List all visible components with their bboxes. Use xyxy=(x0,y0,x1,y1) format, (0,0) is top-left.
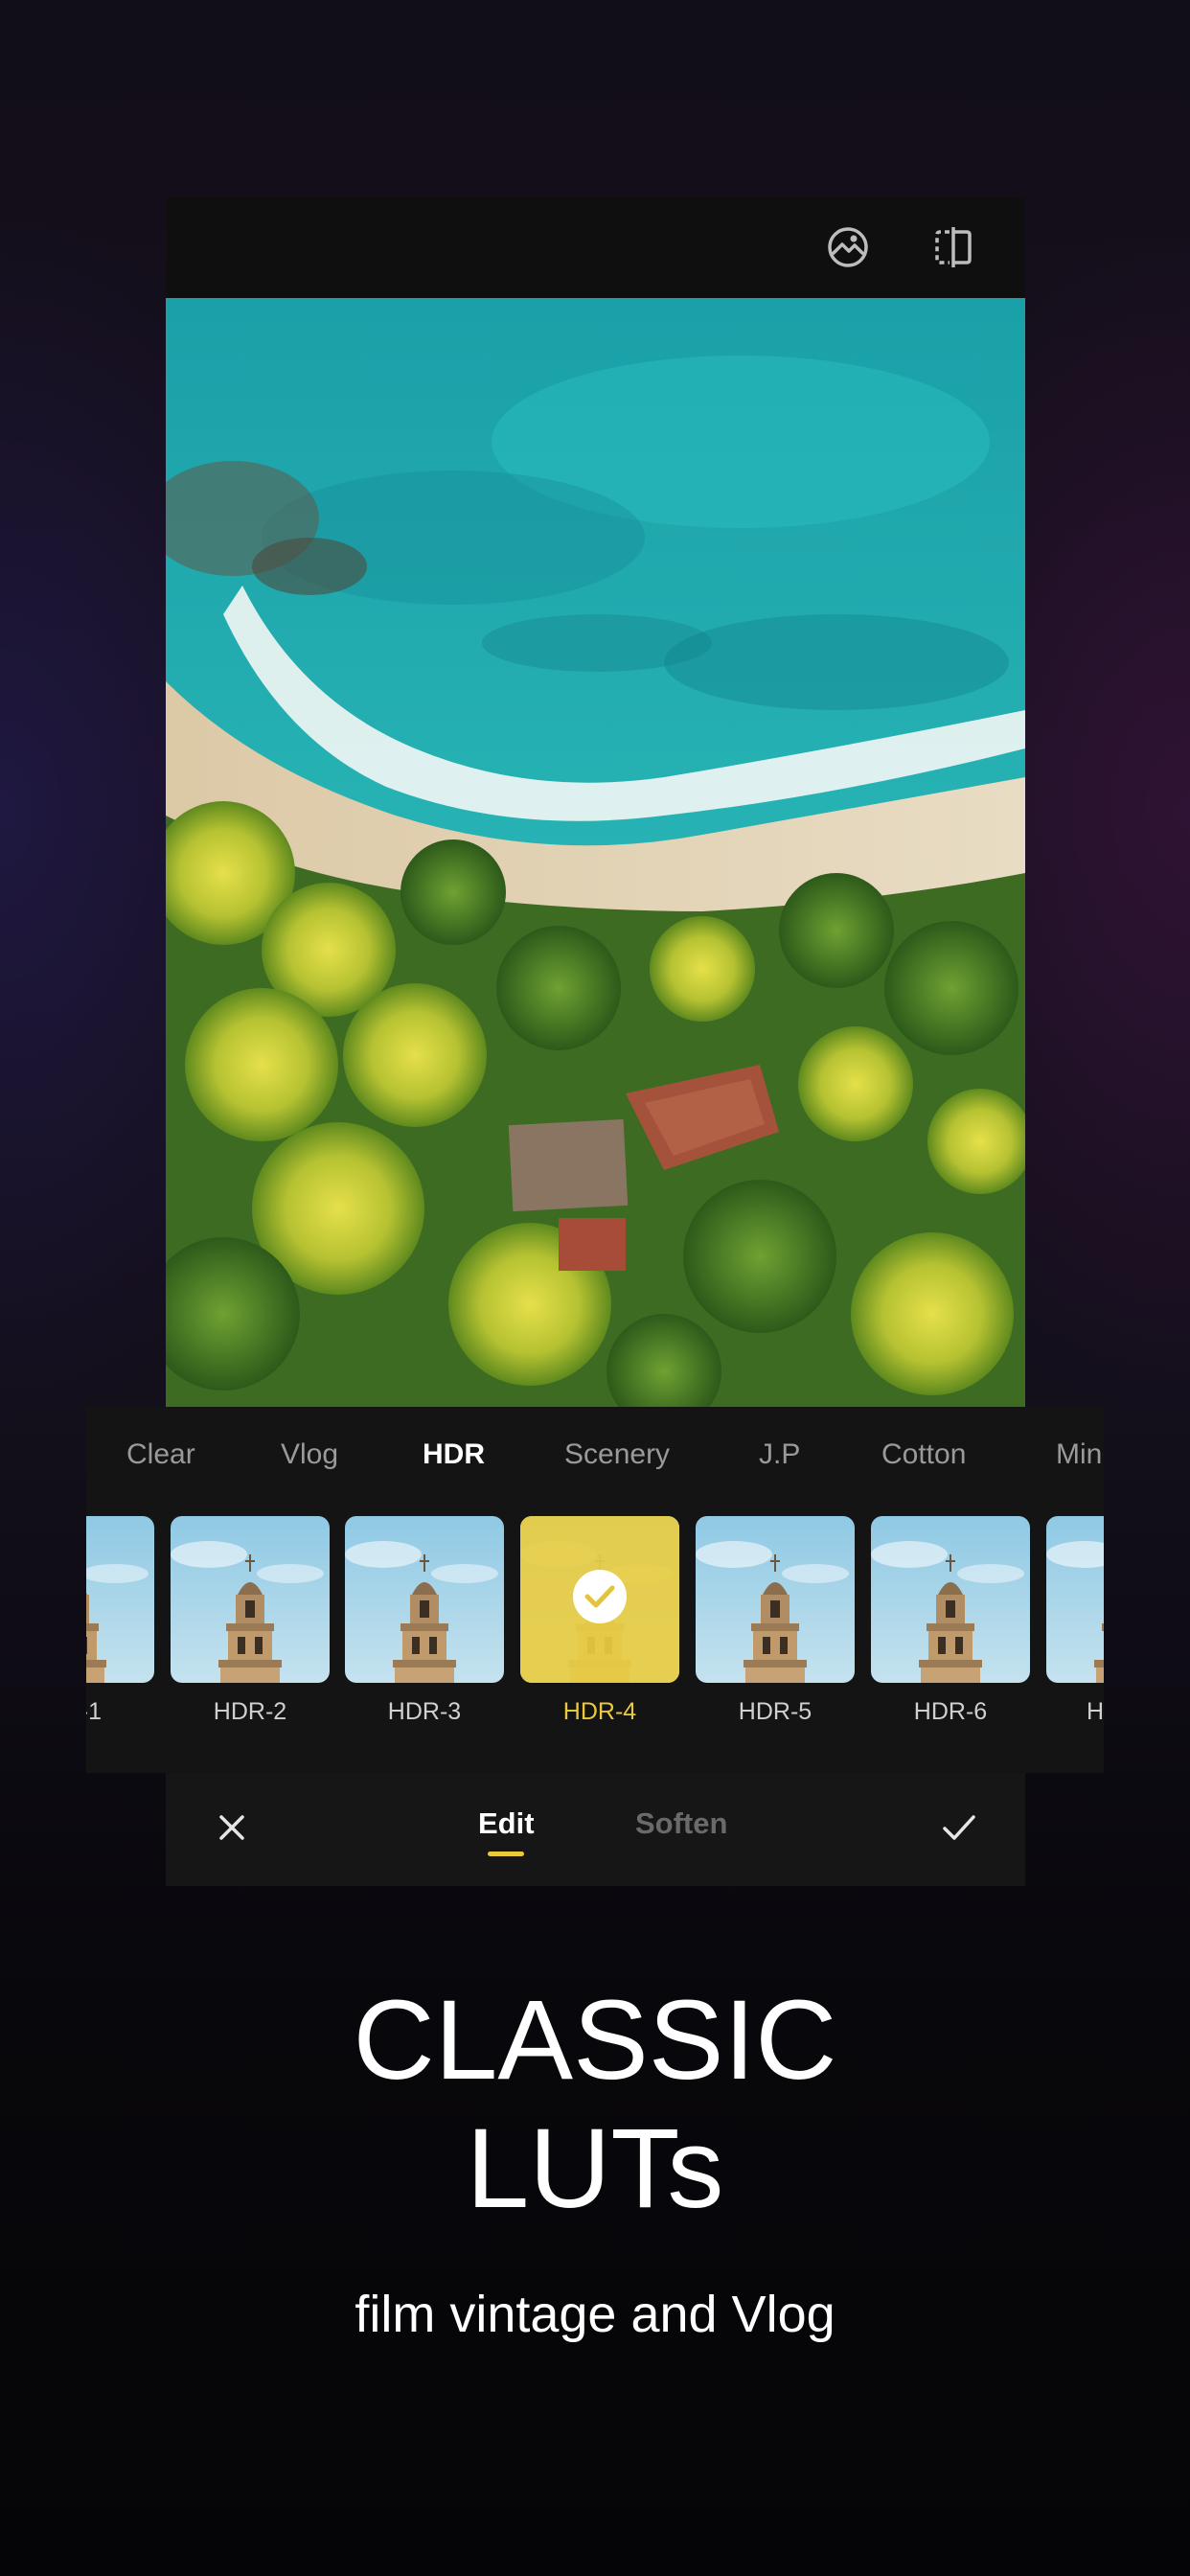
check-icon xyxy=(941,1812,977,1848)
active-tab-indicator xyxy=(488,1852,524,1856)
preset-label: HDR-5 xyxy=(738,1698,812,1725)
app-store-screenshot: Clear Vlog HDR Scenery J.P Cotton Min 1 … xyxy=(0,0,1190,2576)
filter-panel: Clear Vlog HDR Scenery J.P Cotton Min 1 … xyxy=(86,1407,1104,1773)
preset-label: H xyxy=(1087,1698,1104,1725)
category-tab-scenery[interactable]: Scenery xyxy=(564,1407,670,1503)
promo-headline-line1: CLASSIC xyxy=(353,1977,837,2104)
preset-label: HDR-2 xyxy=(213,1698,287,1725)
tab-edit[interactable]: Edit xyxy=(478,1806,535,1841)
photo-adjust-icon[interactable] xyxy=(817,217,879,278)
cancel-button[interactable] xyxy=(203,1801,261,1858)
editor-bottom-toolbar: Edit Soften xyxy=(166,1773,1025,1886)
selected-check-icon xyxy=(573,1570,627,1623)
preset-label: HDR-3 xyxy=(387,1698,462,1725)
filter-preset-strip: -1 HDR-2 HDR-3 HDR-4 HDR-5 HDR-6 H xyxy=(86,1516,1104,1765)
preset-thumbnail-selected[interactable] xyxy=(520,1516,679,1683)
preset-label: HDR-6 xyxy=(913,1698,988,1725)
preset-thumbnail[interactable] xyxy=(345,1516,504,1683)
category-tab-hdr[interactable]: HDR xyxy=(423,1407,485,1503)
promo-headline: CLASSIC LUTs xyxy=(0,1976,1190,2233)
preset-thumbnail[interactable] xyxy=(871,1516,1030,1683)
category-tab-vlog[interactable]: Vlog xyxy=(281,1407,338,1503)
preset-thumbnail[interactable] xyxy=(86,1516,154,1683)
confirm-button[interactable] xyxy=(930,1801,988,1858)
preset-thumbnail[interactable] xyxy=(1046,1516,1104,1683)
category-tab-min[interactable]: Min xyxy=(1056,1407,1102,1503)
promo-subline: film vintage and Vlog xyxy=(355,2286,835,2343)
compare-split-icon[interactable] xyxy=(923,217,984,278)
category-tab-jp[interactable]: J.P xyxy=(759,1407,800,1503)
preset-label-selected: HDR-4 xyxy=(562,1698,637,1725)
promo-headline-line2: LUTs xyxy=(466,2105,724,2232)
editor-top-bar xyxy=(166,197,1025,298)
photo-preview[interactable] xyxy=(166,298,1025,1407)
preset-thumbnail[interactable] xyxy=(696,1516,855,1683)
preset-label: -1 xyxy=(86,1698,102,1725)
close-icon xyxy=(217,1812,247,1848)
category-tab-clear[interactable]: Clear xyxy=(126,1407,195,1503)
tab-soften[interactable]: Soften xyxy=(635,1806,727,1841)
filter-category-tabs: Clear Vlog HDR Scenery J.P Cotton Min xyxy=(86,1407,1104,1503)
category-tab-cotton[interactable]: Cotton xyxy=(881,1407,966,1503)
preset-thumbnail[interactable] xyxy=(171,1516,330,1683)
